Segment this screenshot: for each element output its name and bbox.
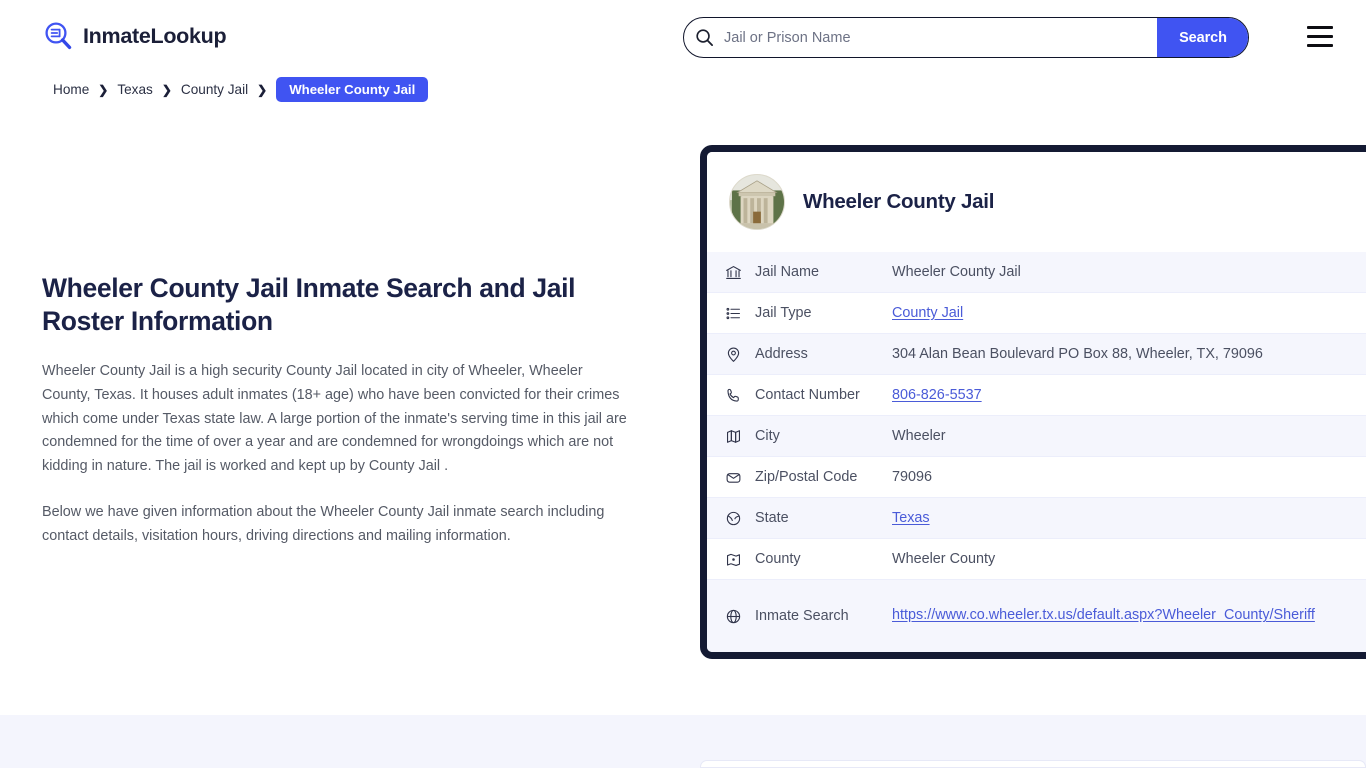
globe-icon — [725, 608, 755, 625]
info-row-label: Contact Number — [755, 387, 860, 403]
chevron-right-icon: ❯ — [161, 82, 172, 97]
inmate-search-link[interactable]: https://www.co.wheeler.tx.us/default.asp… — [892, 607, 1315, 623]
info-row-label: County — [755, 551, 801, 567]
info-row-value: 304 Alan Bean Boulevard PO Box 88, Wheel… — [892, 346, 1263, 362]
breadcrumb-item-texas[interactable]: Texas — [117, 82, 153, 97]
info-row-value: Wheeler County — [892, 551, 996, 567]
info-row-zip: Zip/Postal Code 79096 — [707, 457, 1366, 498]
brand-logo-link[interactable]: InmateLookup — [42, 20, 227, 52]
jail-info-card: Wheeler County Jail Jail Name Wheeler Co… — [700, 145, 1366, 659]
info-row-jail-name: Jail Name Wheeler County Jail — [707, 252, 1366, 293]
breadcrumb-item-county-jail[interactable]: County Jail — [181, 82, 248, 97]
info-row-value: 806-826-5537 — [892, 387, 1366, 403]
hamburger-bar — [1307, 26, 1333, 29]
info-row-value: Wheeler — [892, 428, 946, 444]
contact-number-link[interactable]: 806-826-5537 — [892, 387, 982, 403]
page-title: Wheeler County Jail Inmate Search and Ja… — [42, 273, 576, 336]
info-row-label: Address — [755, 346, 808, 362]
list-icon — [725, 305, 755, 322]
info-row-value: Wheeler County Jail — [892, 264, 1021, 280]
hamburger-bar — [1307, 35, 1333, 38]
info-row-label: State — [755, 510, 789, 526]
info-row-label: Jail Name — [755, 264, 819, 280]
courthouse-photo-avatar — [729, 174, 785, 230]
search-icon — [684, 18, 724, 57]
globe-grid-icon — [725, 510, 755, 527]
jail-type-link[interactable]: County Jail — [892, 305, 963, 321]
info-row-state: State Texas — [707, 498, 1366, 539]
search-input[interactable] — [724, 18, 1157, 57]
brand-name: InmateLookup — [83, 23, 227, 48]
chevron-right-icon: ❯ — [98, 82, 109, 97]
hamburger-menu-icon[interactable] — [1307, 26, 1333, 47]
breadcrumb-item-current: Wheeler County Jail — [276, 77, 429, 102]
info-row-value: Texas — [892, 510, 1366, 526]
county-map-icon — [725, 551, 755, 568]
jail-info-rows: Jail Name Wheeler County Jail Jail Type … — [707, 252, 1366, 652]
chevron-right-icon: ❯ — [257, 82, 268, 97]
info-row-city: City Wheeler — [707, 416, 1366, 457]
hamburger-bar — [1307, 44, 1333, 47]
map-pin-icon — [725, 346, 755, 363]
site-header: InmateLookup Search — [0, 0, 1366, 74]
search-bar[interactable]: Search — [683, 17, 1249, 58]
info-row-value: County Jail — [892, 305, 1366, 321]
info-row-label: Inmate Search — [755, 608, 849, 624]
article-column: Wheeler County Jail Inmate Search and Ja… — [42, 272, 634, 549]
info-row-inmate-search: Inmate Search https://www.co.wheeler.tx.… — [707, 580, 1366, 652]
map-icon — [725, 428, 755, 445]
search-button[interactable]: Search — [1157, 18, 1248, 57]
intro-paragraph-1: Wheeler County Jail is a high security C… — [42, 362, 627, 475]
envelope-icon — [725, 469, 755, 486]
info-row-contact-number: Contact Number 806-826-5537 — [707, 375, 1366, 416]
intro-paragraph-2: Below we have given information about th… — [42, 504, 605, 545]
info-row-county: County Wheeler County — [707, 539, 1366, 580]
next-section-card — [700, 760, 1366, 768]
phone-icon — [725, 387, 755, 404]
info-row-label: Zip/Postal Code — [755, 469, 858, 485]
info-row-label: Jail Type — [755, 305, 812, 321]
breadcrumb: Home ❯ Texas ❯ County Jail ❯ Wheeler Cou… — [53, 77, 429, 102]
info-row-value: 79096 — [892, 469, 933, 485]
info-row-jail-type: Jail Type County Jail — [707, 293, 1366, 334]
info-row-address: Address 304 Alan Bean Boulevard PO Box 8… — [707, 334, 1366, 375]
info-row-value: https://www.co.wheeler.tx.us/default.asp… — [892, 604, 1366, 627]
state-link[interactable]: Texas — [892, 510, 930, 526]
info-row-label: City — [755, 428, 780, 444]
bank-icon — [725, 264, 755, 281]
breadcrumb-item-home[interactable]: Home — [53, 82, 89, 97]
jail-info-card-header: Wheeler County Jail — [707, 152, 1366, 252]
magnifier-list-logo-icon — [42, 20, 74, 52]
jail-info-card-title: Wheeler County Jail — [803, 190, 995, 213]
